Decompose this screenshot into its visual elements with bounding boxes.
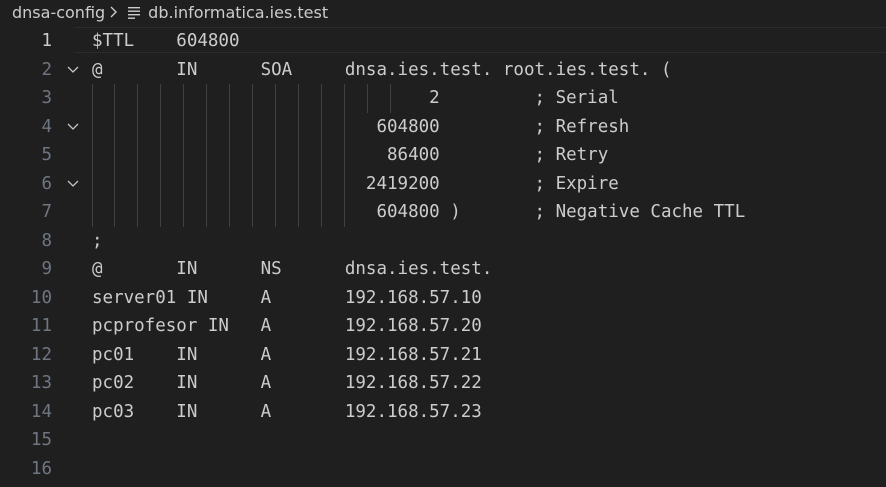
line-number: 9 bbox=[41, 259, 52, 279]
code-text: 604800 ; Refresh bbox=[92, 116, 630, 137]
line-number: 4 bbox=[41, 116, 52, 137]
code-text: 86400 ; Retry bbox=[92, 145, 609, 165]
code-editor[interactable]: dnsa-config db.informatica.ies.test 1 $TT… bbox=[0, 0, 886, 487]
line-number: 7 bbox=[41, 202, 52, 222]
code-line[interactable]: 7 604800 ) ; Negative Cache TTL bbox=[0, 198, 886, 226]
line-number: 2 bbox=[41, 59, 52, 80]
code-line[interactable]: 9 @ IN NS dnsa.ies.test. bbox=[0, 255, 886, 283]
code-text: pc03 IN A 192.168.57.23 bbox=[92, 401, 482, 422]
code-line[interactable]: 1 $TTL 604800 bbox=[0, 27, 886, 55]
breadcrumb-folder[interactable]: dnsa-config bbox=[12, 3, 105, 22]
line-number: 16 bbox=[30, 458, 52, 479]
fold-chevron-down-icon[interactable] bbox=[66, 121, 80, 133]
code-line[interactable]: 13 pc02 IN A 192.168.57.22 bbox=[0, 369, 886, 397]
code-line[interactable]: 12 pc01 IN A 192.168.57.21 bbox=[0, 341, 886, 369]
breadcrumb: dnsa-config db.informatica.ies.test bbox=[0, 0, 886, 24]
code-line[interactable]: 2 @ IN SOA dnsa.ies.test. root.ies.test. … bbox=[0, 56, 886, 84]
code-line[interactable]: 15 bbox=[0, 426, 886, 454]
code-line[interactable]: 8; bbox=[0, 227, 886, 255]
code-text: 2419200 ; Expire bbox=[92, 173, 619, 194]
line-number: 5 bbox=[41, 145, 52, 165]
code-line[interactable]: 16 bbox=[0, 455, 886, 483]
line-number: 6 bbox=[41, 173, 52, 194]
fold-chevron-down-icon[interactable] bbox=[66, 64, 80, 76]
line-number: 1 bbox=[41, 31, 52, 51]
code-text: 604800 ) ; Negative Cache TTL bbox=[92, 202, 746, 222]
code-line[interactable]: 6 2419200 ; Expire bbox=[0, 170, 886, 198]
file-lines-icon bbox=[128, 7, 141, 19]
code-text: ; bbox=[92, 230, 103, 251]
code-text: pc01 IN A 192.168.57.21 bbox=[92, 344, 482, 365]
line-number: 15 bbox=[30, 430, 52, 450]
fold-chevron-down-icon[interactable] bbox=[66, 178, 80, 190]
code-line[interactable]: 10 server01 IN A 192.168.57.10 bbox=[0, 284, 886, 312]
code-line[interactable]: 14 pc03 IN A 192.168.57.23 bbox=[0, 398, 886, 426]
code-text: pcprofesor IN A 192.168.57.20 bbox=[92, 316, 482, 336]
line-number: 8 bbox=[41, 230, 52, 251]
breadcrumb-file[interactable]: db.informatica.ies.test bbox=[148, 3, 328, 22]
code-line[interactable]: 4 604800 ; Refresh bbox=[0, 113, 886, 141]
code-text: @ IN NS dnsa.ies.test. bbox=[92, 259, 493, 279]
code-line[interactable]: 11 pcprofesor IN A 192.168.57.20 bbox=[0, 312, 886, 340]
line-number: 12 bbox=[30, 344, 52, 365]
code-line[interactable]: 3 2 ; Serial bbox=[0, 84, 886, 112]
code-text: @ IN SOA dnsa.ies.test. root.ies.test. ( bbox=[92, 59, 672, 80]
code-text: pc02 IN A 192.168.57.22 bbox=[92, 373, 482, 393]
code-line[interactable]: 5 86400 ; Retry bbox=[0, 141, 886, 169]
line-number: 13 bbox=[30, 373, 52, 393]
code-text: server01 IN A 192.168.57.10 bbox=[92, 287, 482, 308]
chevron-right-icon bbox=[110, 6, 118, 18]
line-number: 14 bbox=[30, 401, 52, 422]
line-number: 10 bbox=[30, 287, 52, 308]
code-text: $TTL 604800 bbox=[92, 31, 240, 51]
line-number: 11 bbox=[30, 316, 52, 336]
code-text: 2 ; Serial bbox=[92, 88, 619, 108]
line-number: 3 bbox=[41, 88, 52, 108]
